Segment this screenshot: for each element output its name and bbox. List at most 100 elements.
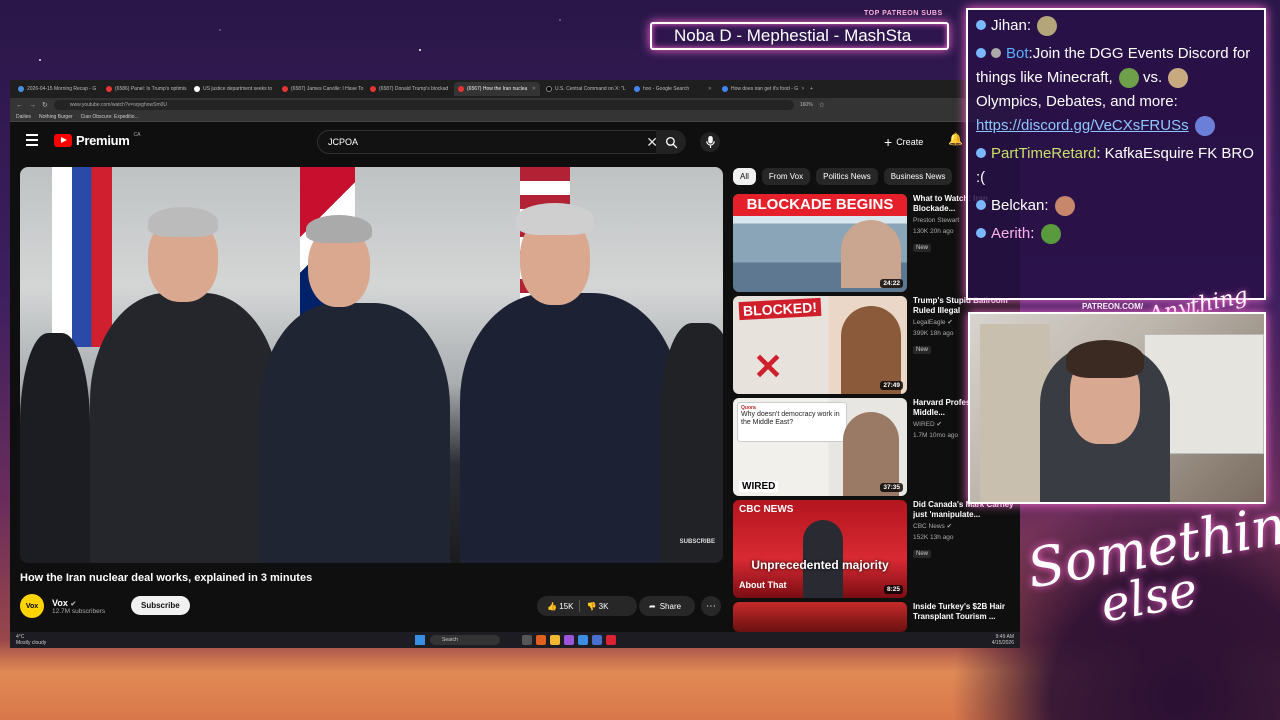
close-icon[interactable]: ✕ <box>801 86 804 92</box>
chip-from-vox[interactable]: From Vox <box>761 168 811 185</box>
thumbnail-caption: BLOCKED! <box>738 297 822 321</box>
mic-icon <box>705 136 715 148</box>
windows-start-icon[interactable] <box>415 635 425 645</box>
webcam-feed <box>968 312 1266 504</box>
recommendation-item[interactable]: Inside Turkey's $2B Hair Transplant Tour… <box>733 602 1020 632</box>
more-options-icon[interactable]: ⋯ <box>701 596 721 616</box>
browser-tab[interactable]: hoo - Google Search ✕ <box>630 82 716 96</box>
video-thumbnail[interactable]: CBC NEWS Unprecedented majority About Th… <box>733 500 907 598</box>
chip-all[interactable]: All <box>733 168 756 185</box>
browser-tab[interactable]: (6586) Panel: Is Trump's optimis ✕ <box>102 82 188 96</box>
browser-tab[interactable]: U.S. Central Command on X: "L✕ <box>542 82 628 96</box>
search-input[interactable]: JCPOA ✕ <box>317 130 665 154</box>
recommendation-channel[interactable]: CBC News ✔ <box>913 522 1020 531</box>
channel-avatar[interactable]: Vox <box>20 594 44 618</box>
chat-message: Bot:Join the DGG Events Discord for thin… <box>976 42 1256 138</box>
system-tray-clock[interactable]: 9:49 AM 4/15/2026 <box>992 634 1014 646</box>
steam-icon[interactable] <box>592 635 602 645</box>
like-button[interactable]: 👍 15K <box>547 602 573 611</box>
wired-brand: WIRED <box>739 481 779 492</box>
patreon-url: PATREON.COM/ <box>1082 302 1144 311</box>
recommendation-title[interactable]: Inside Turkey's $2B Hair Transplant Tour… <box>913 602 1020 622</box>
search-button[interactable] <box>656 130 686 154</box>
app-icon[interactable] <box>578 635 588 645</box>
star-icon[interactable]: ☆ <box>819 101 825 109</box>
obs-icon[interactable] <box>606 635 616 645</box>
app-icon[interactable] <box>564 635 574 645</box>
tab-label: U.S. Central Command on X: "L <box>555 86 626 92</box>
create-button[interactable]: + Create <box>880 132 927 152</box>
subscribe-watermark[interactable]: SUBSCRIBE <box>680 539 715 545</box>
reload-icon[interactable]: ↻ <box>42 101 48 109</box>
bookmark-item[interactable]: Ciao Obscure: Expeditio... <box>81 114 139 120</box>
browser-tab[interactable]: (6587) James Carville: I Have To ✕ <box>278 82 364 96</box>
new-badge: New <box>913 346 932 354</box>
browser-tab[interactable]: How does iran get it's food - G ✕ <box>718 82 804 96</box>
subscribe-button[interactable]: Subscribe <box>131 596 190 615</box>
share-label: Share <box>659 601 682 611</box>
chat-badge-icon <box>976 20 986 30</box>
chip-politics-news[interactable]: Politics News <box>816 168 878 185</box>
file-explorer-icon[interactable] <box>550 635 560 645</box>
dislike-button[interactable]: 👎 3K <box>586 602 608 611</box>
thumbnail-caption: Unprecedented majority <box>751 558 889 572</box>
new-tab-button[interactable]: + <box>806 82 820 96</box>
bookmark-item[interactable]: Dailies <box>16 114 31 120</box>
chip-business-news[interactable]: Business News <box>883 168 953 185</box>
close-icon[interactable]: ✕ <box>708 86 712 92</box>
like-dislike-group: 👍 15K 👎 3K <box>537 596 637 616</box>
youtube-logo[interactable]: Premium CA <box>54 131 141 148</box>
chat-message: PartTimeRetard: KafkaEsquire FK BRO :( <box>976 145 1254 186</box>
forward-icon[interactable]: → <box>29 102 36 109</box>
quora-card: Quora Why doesn't democracy work in the … <box>737 402 847 442</box>
dislike-count: 3K <box>598 601 609 611</box>
video-player[interactable]: SUBSCRIBE <box>20 167 723 563</box>
chat-message: Aerith: <box>976 222 1256 246</box>
emote-icon <box>1194 116 1215 137</box>
chat-username: Belckan <box>991 197 1045 214</box>
menu-icon[interactable] <box>26 134 38 146</box>
firefox-icon[interactable] <box>536 635 546 645</box>
browser-tab[interactable]: 2026-04-15 Morning Recap - G✕ <box>14 82 100 96</box>
video-thumbnail[interactable]: BLOCKED! ✕ 27:49 <box>733 296 907 394</box>
browser-tab[interactable]: (6587) Donald Trump's blockad✕ <box>366 82 452 96</box>
windows-taskbar: 4°C Mostly cloudy Search 9:49 AM 4/15/20… <box>10 632 1020 648</box>
recommendation-item[interactable]: CBC NEWS Unprecedented majority About Th… <box>733 500 1020 598</box>
bookmark-item[interactable]: Nothing Burger <box>39 114 73 120</box>
emote-icon <box>1168 68 1189 89</box>
taskbar-search[interactable]: Search <box>430 635 500 645</box>
search-value: JCPOA <box>328 137 359 147</box>
close-icon[interactable]: ✕ <box>275 86 276 92</box>
close-icon[interactable]: ✕ <box>532 86 536 92</box>
share-button[interactable]: ➦ Share <box>639 596 695 616</box>
person-far-left <box>20 333 90 563</box>
voice-search-button[interactable] <box>700 132 720 152</box>
video-duration: 27:49 <box>880 381 903 390</box>
search-icon <box>665 136 677 148</box>
weather-widget[interactable]: 4°C Mostly cloudy <box>16 634 46 646</box>
video-thumbnail[interactable]: BLOCKADE BEGINS 24:22 <box>733 194 907 292</box>
logo-country: CA <box>133 131 141 138</box>
video-duration: 8:25 <box>883 585 903 594</box>
video-thumbnail[interactable] <box>733 602 907 632</box>
person-left <box>90 293 280 563</box>
notifications-bell-icon[interactable]: 🔔 <box>948 132 963 146</box>
clock-date: 4/15/2026 <box>991 640 1014 646</box>
task-view-icon[interactable] <box>522 635 532 645</box>
browser-tab[interactable]: US justice department seeks to✕ <box>190 82 276 96</box>
close-icon[interactable]: ✕ <box>451 86 452 92</box>
browser-tab-active[interactable]: (6567) How the Iran nuclea ✕ <box>454 82 540 96</box>
flag-russia <box>52 167 112 347</box>
zoom-level[interactable]: 160% <box>800 102 813 108</box>
url-field[interactable]: www.youtube.com/watch?v=oqvghowSm0U <box>53 100 794 110</box>
bot-badge-icon <box>991 48 1001 58</box>
video-duration: 37:35 <box>880 483 903 492</box>
chat-panel: Jihan: Bot:Join the DGG Events Discord f… <box>966 8 1266 300</box>
close-icon[interactable]: ✕ <box>99 86 100 92</box>
discord-link[interactable]: https://discord.gg/VeCXsFRUSs <box>976 117 1189 134</box>
video-duration: 24:22 <box>880 279 903 288</box>
chat-message: Belckan: <box>976 194 1256 218</box>
video-thumbnail[interactable]: Quora Why doesn't democracy work in the … <box>733 398 907 496</box>
back-icon[interactable]: ← <box>16 102 23 109</box>
channel-name[interactable]: Vox ✔ <box>52 598 105 608</box>
